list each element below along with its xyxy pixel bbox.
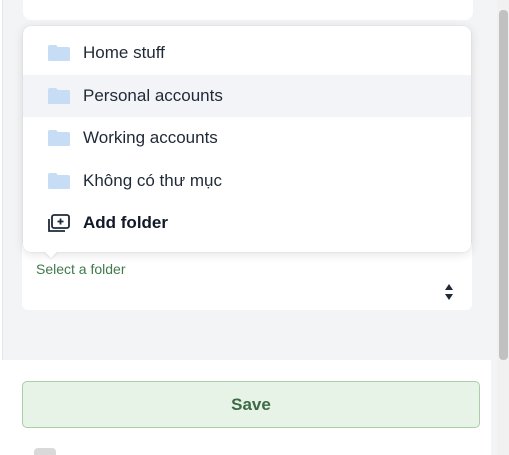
background-element-peek	[34, 448, 56, 455]
add-folder-label: Add folder	[83, 213, 168, 232]
scrollbar-thumb[interactable]	[499, 10, 508, 360]
dropdown-item-label: Working accounts	[83, 128, 218, 147]
folder-icon	[47, 129, 71, 147]
folder-select-placeholder: Select a folder	[36, 261, 126, 277]
dropdown-item-home-stuff[interactable]: Home stuff	[23, 32, 471, 74]
sort-arrows-icon	[445, 284, 453, 300]
dropdown-item-working-accounts[interactable]: Working accounts	[23, 117, 471, 159]
scrollbar[interactable]	[497, 0, 509, 455]
folder-icon	[47, 87, 71, 105]
dropdown-item-personal-accounts[interactable]: Personal accounts	[23, 75, 471, 117]
folder-dropdown-menu: Home stuff Personal accounts Working acc…	[23, 26, 471, 252]
add-folder-button[interactable]: Add folder	[23, 202, 471, 244]
folder-icon	[47, 44, 71, 62]
top-card	[23, 0, 473, 20]
folder-icon	[47, 172, 71, 190]
dropdown-item-label: Không có thư mục	[83, 171, 222, 190]
save-button[interactable]: Save	[22, 381, 480, 428]
dropdown-caret	[44, 251, 58, 258]
dropdown-item-label: Personal accounts	[83, 86, 223, 105]
dropdown-item-label: Home stuff	[83, 43, 165, 62]
dropdown-item-no-folder[interactable]: Không có thư mục	[23, 160, 471, 202]
folder-plus-icon	[47, 214, 71, 232]
